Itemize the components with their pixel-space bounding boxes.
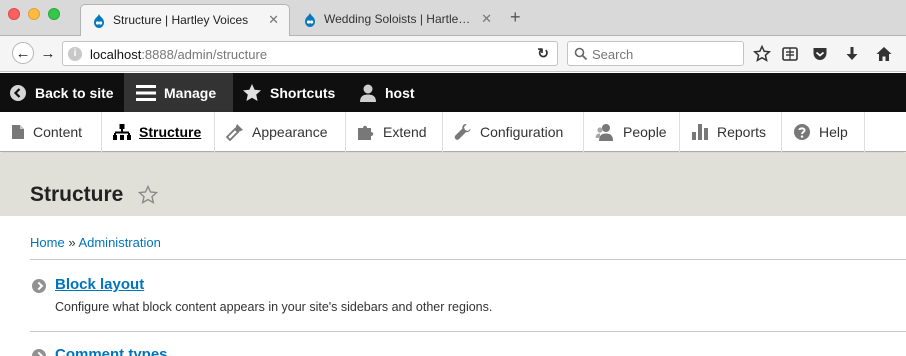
divider: [30, 331, 906, 332]
drupal-admin-toolbar: Back to site Manage Shortcuts host: [0, 73, 906, 112]
appearance-icon: [226, 123, 244, 141]
download-icon[interactable]: [842, 44, 862, 64]
reading-list-icon[interactable]: [780, 44, 800, 64]
breadcrumb-home-link[interactable]: Home: [30, 235, 65, 250]
block-layout-link[interactable]: Block layout: [55, 276, 144, 293]
extend-icon: [357, 123, 375, 141]
divider: [30, 259, 906, 260]
manage-tab[interactable]: Manage: [124, 73, 233, 112]
manage-label: Manage: [164, 84, 217, 101]
bookmark-star-icon[interactable]: [752, 44, 772, 64]
tray-item-people[interactable]: People: [584, 112, 680, 152]
page-title: Structure: [30, 183, 124, 206]
tray-item-configuration[interactable]: Configuration: [443, 112, 584, 152]
tray-item-extend[interactable]: Extend: [346, 112, 443, 152]
reload-icon[interactable]: ↻: [537, 45, 549, 62]
user-tab[interactable]: host: [345, 73, 435, 112]
browser-nav-bar: ← → i localhost:8888/admin/structure ↻: [0, 36, 906, 72]
breadcrumb: Home » Administration: [30, 235, 161, 250]
tray-item-content[interactable]: Content: [0, 112, 102, 152]
tray-item-help[interactable]: Help: [782, 112, 865, 152]
add-to-shortcuts-star-icon[interactable]: [138, 185, 158, 205]
shortcuts-tab[interactable]: Shortcuts: [233, 73, 345, 112]
tab-title: Wedding Soloists | Hartley Voices: [324, 12, 474, 26]
structure-icon: [113, 124, 131, 140]
comment-types-link[interactable]: Comment types: [55, 346, 168, 356]
search-icon: [574, 47, 588, 61]
back-to-site-link[interactable]: Back to site: [0, 73, 124, 112]
url-text[interactable]: localhost:8888/admin/structure: [90, 47, 267, 62]
drupal-favicon-icon: [305, 13, 315, 27]
close-window-button[interactable]: [8, 8, 20, 20]
search-bar[interactable]: [567, 41, 744, 66]
help-icon: [793, 123, 811, 141]
close-tab-icon[interactable]: ✕: [268, 12, 279, 28]
hamburger-icon: [136, 84, 156, 102]
tray-item-reports[interactable]: Reports: [680, 112, 782, 152]
user-icon: [359, 83, 377, 103]
browser-tab-structure[interactable]: Structure | Hartley Voices ✕: [80, 4, 290, 36]
reports-icon: [691, 123, 709, 141]
chevron-right-icon: [32, 279, 46, 293]
minimize-window-button[interactable]: [28, 8, 40, 20]
close-tab-icon[interactable]: ✕: [481, 11, 492, 27]
back-arrow-icon[interactable]: ←: [12, 42, 34, 64]
breadcrumb-administration-link[interactable]: Administration: [78, 235, 160, 250]
pocket-icon[interactable]: [810, 44, 830, 64]
star-icon: [242, 83, 262, 103]
chevron-right-icon: [32, 349, 46, 356]
back-to-site-label: Back to site: [35, 84, 114, 101]
content-icon: [11, 124, 25, 140]
breadcrumb-separator: »: [68, 235, 76, 250]
drupal-favicon-icon: [94, 14, 104, 28]
wrench-icon: [454, 123, 472, 141]
item-description: Configure what block content appears in …: [55, 300, 493, 314]
people-icon: [595, 123, 615, 141]
address-bar[interactable]: i localhost:8888/admin/structure ↻: [62, 41, 558, 66]
new-tab-button[interactable]: +: [510, 8, 521, 26]
search-input[interactable]: [592, 45, 738, 63]
tray-item-appearance[interactable]: Appearance: [215, 112, 346, 152]
list-item: Comment types: [30, 346, 890, 356]
shortcuts-label: Shortcuts: [270, 84, 336, 101]
forward-arrow-icon[interactable]: →: [37, 42, 59, 64]
tray-item-structure[interactable]: Structure: [102, 112, 215, 152]
zoom-window-button[interactable]: [48, 8, 60, 20]
user-label: host: [385, 84, 415, 101]
browser-tab-wedding-soloists[interactable]: Wedding Soloists | Hartley Voices ✕: [292, 4, 502, 36]
browser-tab-strip: Structure | Hartley Voices ✕ Wedding Sol…: [0, 0, 906, 36]
back-circle-icon: [9, 84, 27, 102]
list-item: Block layout Configure what block conten…: [30, 276, 890, 320]
page-header: Structure: [0, 153, 906, 216]
admin-menu-tray: Content Structure Appearance Extend Conf…: [0, 112, 906, 152]
site-info-icon[interactable]: i: [68, 47, 82, 61]
tab-title: Structure | Hartley Voices: [113, 13, 249, 27]
home-icon[interactable]: [874, 44, 894, 64]
